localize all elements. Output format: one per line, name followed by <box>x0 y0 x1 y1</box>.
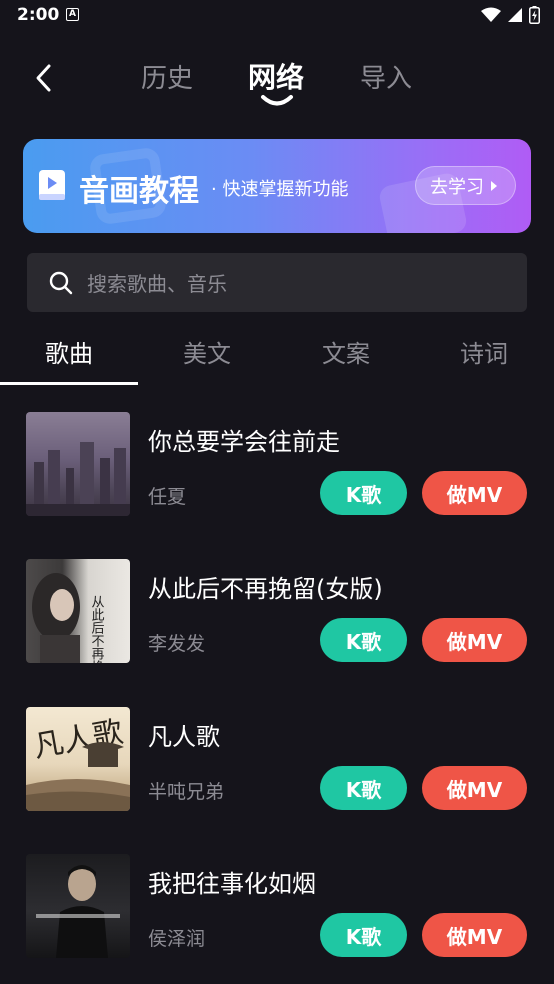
song-artist: 侯泽润 <box>148 928 206 950</box>
song-artist: 半吨兄弟 <box>148 781 225 803</box>
learn-button[interactable]: 去学习 <box>415 166 516 205</box>
cover-text: 从此后不再挽留 <box>89 595 105 663</box>
karaoke-button[interactable]: K歌 <box>320 618 407 662</box>
song-title: 我把往事化如烟 <box>148 870 316 898</box>
song-row[interactable]: 凡人歌 凡人歌 半吨兄弟 K歌 做MV <box>0 707 554 817</box>
song-row[interactable]: 你总要学会往前走 任夏 K歌 做MV <box>0 412 554 522</box>
signal-icon <box>508 8 522 22</box>
search-icon <box>49 271 73 294</box>
banner-subtitle: · 快速掌握新功能 <box>211 179 349 200</box>
status-icons <box>481 6 540 24</box>
tab-import[interactable]: 导入 <box>360 58 412 95</box>
song-title: 你总要学会往前走 <box>148 428 340 456</box>
battery-icon <box>529 6 540 24</box>
karaoke-button[interactable]: K歌 <box>320 913 407 957</box>
pavilion-icon: 凡人歌 <box>26 715 130 811</box>
song-row[interactable]: 从此后不再挽留 从此后不再挽留(女版) 李发发 K歌 做MV <box>0 559 554 669</box>
album-cover: 凡人歌 <box>26 707 130 811</box>
tab-essays[interactable]: 美文 <box>138 334 276 369</box>
tab-network[interactable]: 网络 <box>248 56 304 96</box>
song-title: 凡人歌 <box>148 723 220 751</box>
status-bar: 2:00 A <box>0 0 554 30</box>
make-mv-button[interactable]: 做MV <box>422 913 527 957</box>
tab-poems[interactable]: 诗词 <box>415 334 553 369</box>
city-skyline-icon <box>26 442 130 516</box>
active-tab-underline <box>0 382 138 385</box>
status-time: 2:00 <box>17 5 60 25</box>
notification-icon: A <box>66 8 79 21</box>
karaoke-button[interactable]: K歌 <box>320 766 407 810</box>
chevron-left-icon <box>36 64 51 92</box>
back-button[interactable] <box>28 60 58 96</box>
portrait-icon: 从此后不再挽留 <box>32 573 105 663</box>
song-title: 从此后不再挽留(女版) <box>148 575 383 603</box>
make-mv-button[interactable]: 做MV <box>422 618 527 662</box>
active-tab-indicator-icon <box>261 95 293 106</box>
top-nav: 历史 网络 导入 <box>0 50 554 110</box>
make-mv-button[interactable]: 做MV <box>422 766 527 810</box>
song-row[interactable]: 我把往事化如烟 侯泽润 K歌 做MV <box>0 854 554 964</box>
tutorial-banner[interactable]: 音画教程 · 快速掌握新功能 去学习 <box>23 139 531 233</box>
tab-history[interactable]: 历史 <box>141 58 193 95</box>
portrait-icon <box>36 865 120 958</box>
wifi-icon <box>481 7 501 22</box>
tab-songs[interactable]: 歌曲 <box>0 334 138 369</box>
category-tabs: 歌曲 美文 文案 诗词 <box>0 330 554 386</box>
tab-copywriting[interactable]: 文案 <box>277 334 415 369</box>
album-cover <box>26 412 130 516</box>
play-triangle-icon <box>491 180 497 191</box>
search-input[interactable]: 搜索歌曲、音乐 <box>27 253 527 312</box>
song-artist: 李发发 <box>148 633 206 655</box>
banner-title: 音画教程 <box>79 174 199 209</box>
search-placeholder: 搜索歌曲、音乐 <box>87 272 227 296</box>
album-cover: 从此后不再挽留 <box>26 559 130 663</box>
song-artist: 任夏 <box>148 486 187 508</box>
karaoke-button[interactable]: K歌 <box>320 471 407 515</box>
album-cover <box>26 854 130 958</box>
book-icon <box>39 170 65 200</box>
make-mv-button[interactable]: 做MV <box>422 471 527 515</box>
learn-button-label: 去学习 <box>430 176 484 198</box>
